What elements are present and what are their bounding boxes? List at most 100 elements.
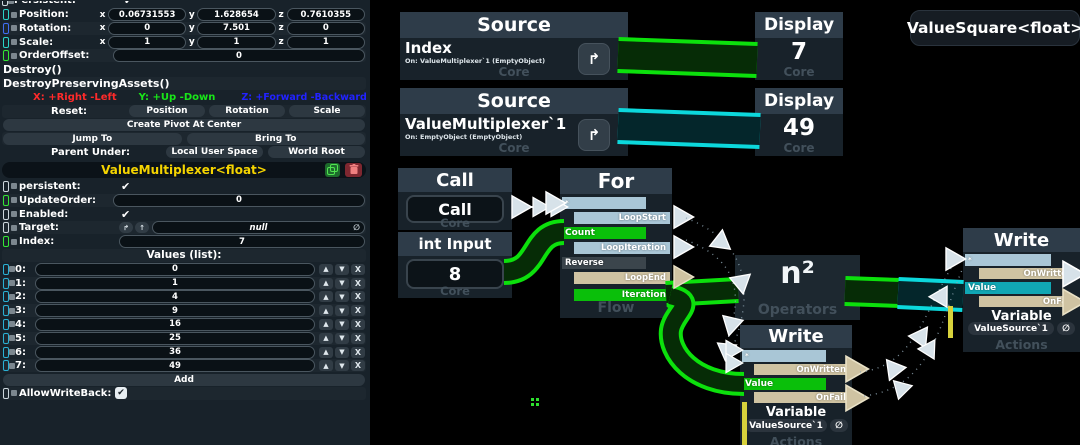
remove-item-button[interactable]: X (351, 278, 365, 289)
remove-item-button[interactable]: X (351, 347, 365, 358)
rotation-x-field[interactable]: 0 (108, 22, 186, 35)
node-source-multiplexer[interactable]: Source ValueMultiplexer`1 On: EmptyObjec… (400, 88, 628, 156)
position-x-field[interactable]: 0.06731553 (108, 8, 186, 21)
remove-item-button[interactable]: X (351, 305, 365, 316)
impulse-input-slot[interactable]: * (965, 254, 1051, 266)
value-input[interactable]: Value (965, 282, 1051, 294)
world-root-button[interactable]: World Root (268, 146, 365, 158)
move-up-button[interactable]: ▲ (319, 278, 333, 289)
delete-icon[interactable] (345, 163, 362, 177)
persistent-checkbox[interactable]: ✔ (124, 1, 133, 6)
on-written-output[interactable]: OnWritten (979, 268, 1077, 279)
move-down-button[interactable]: ▼ (335, 333, 349, 344)
position-z-field[interactable]: 0.7610355 (287, 8, 365, 21)
move-down-button[interactable]: ▼ (335, 347, 349, 358)
move-down-button[interactable]: ▼ (335, 319, 349, 330)
index-field[interactable]: 7 (119, 235, 365, 248)
item-value-field[interactable]: 25 (35, 332, 315, 345)
item-value-field[interactable]: 9 (35, 304, 315, 317)
reset-position-button[interactable]: Position (129, 105, 205, 117)
component-title-bar[interactable]: ValueMultiplexer<float> (2, 162, 366, 178)
remove-item-button[interactable]: X (351, 291, 365, 302)
remove-item-button[interactable]: X (351, 264, 365, 275)
allow-write-back-checkbox[interactable]: ✔ (115, 387, 127, 399)
row-jump-bring: Jump To Bring To (2, 132, 366, 145)
rotation-y-field[interactable]: 7.501 (197, 22, 275, 35)
scale-x-field[interactable]: 1 (108, 36, 186, 49)
remove-item-button[interactable]: X (351, 360, 365, 371)
clear-target-icon[interactable]: ∅ (353, 223, 360, 232)
reverse-input[interactable]: Reverse (562, 257, 646, 269)
move-up-button[interactable]: ▲ (319, 264, 333, 275)
order-offset-label: OrderOffset: (19, 50, 89, 61)
variable-ref-pill[interactable]: ValueSource`1 (968, 322, 1054, 335)
item-value-field[interactable]: 16 (35, 318, 315, 331)
value-input[interactable]: Value (742, 378, 826, 390)
move-down-button[interactable]: ▼ (335, 278, 349, 289)
item-value-field[interactable]: 49 (35, 359, 315, 372)
move-down-button[interactable]: ▼ (335, 291, 349, 302)
item-value-field[interactable]: 1 (35, 277, 315, 290)
loop-end-output[interactable]: LoopEnd (574, 272, 670, 284)
destroy-preserving-assets-button[interactable]: DestroyPreservingAssets() (3, 77, 170, 90)
move-up-button[interactable]: ▲ (319, 333, 333, 344)
duplicate-icon[interactable] (325, 163, 340, 177)
count-input[interactable]: Count (562, 227, 646, 239)
node-int-input[interactable]: int Input 8 Core (398, 232, 512, 298)
impulse-input-slot[interactable]: * (742, 350, 826, 362)
move-down-button[interactable]: ▼ (335, 360, 349, 371)
impulse-input-slot[interactable]: * (562, 197, 646, 209)
node-display-value[interactable]: Display 49 Core (755, 88, 843, 156)
clear-variable-icon[interactable]: ∅ (1057, 322, 1075, 335)
item-value-field[interactable]: 0 (35, 263, 315, 276)
update-order-field[interactable]: 0 (113, 194, 365, 207)
scale-label: Scale: (19, 37, 53, 48)
node-square[interactable]: n² Operators (735, 255, 860, 320)
loop-start-output[interactable]: LoopStart (574, 212, 670, 224)
target-jump-icon[interactable]: ↱ (119, 222, 133, 233)
move-down-button[interactable]: ▼ (335, 264, 349, 275)
list-item: 2: 4 ▲ ▼ X (2, 290, 366, 303)
move-up-button[interactable]: ▲ (319, 305, 333, 316)
type-pill[interactable]: ValueSquare<float> (910, 10, 1080, 46)
node-for[interactable]: For * LoopStart Count LoopIteration Reve… (560, 168, 672, 318)
reset-scale-button[interactable]: Scale (289, 105, 365, 117)
clear-variable-icon[interactable]: ∅ (830, 419, 848, 432)
comp-persistent-checkbox[interactable]: ✔ (121, 181, 130, 192)
destroy-button[interactable]: Destroy() (3, 63, 62, 76)
reset-rotation-button[interactable]: Rotation (209, 105, 285, 117)
move-up-button[interactable]: ▲ (319, 347, 333, 358)
on-fail-output[interactable]: OnFail (754, 392, 850, 403)
jump-to-button[interactable]: Jump To (3, 133, 182, 145)
node-write-right[interactable]: Write * OnWritten Value OnFail Variable … (963, 228, 1080, 352)
variable-ref-pill[interactable]: ValueSource`1 (745, 419, 827, 432)
member-icon (3, 50, 9, 61)
enabled-checkbox[interactable]: ✔ (121, 209, 130, 220)
loop-iteration-output[interactable]: LoopIteration (574, 242, 670, 254)
node-display-index[interactable]: Display 7 Core (755, 12, 843, 80)
remove-item-button[interactable]: X (351, 319, 365, 330)
node-source-index[interactable]: Source Index On: ValueMultiplexer`1 (Emp… (400, 12, 628, 80)
bring-to-button[interactable]: Bring To (187, 133, 366, 145)
add-item-button[interactable]: Add (3, 374, 365, 386)
on-written-output[interactable]: OnWritten (754, 364, 850, 375)
target-field[interactable]: null ∅ (152, 221, 365, 234)
move-up-button[interactable]: ▲ (319, 319, 333, 330)
create-pivot-button[interactable]: Create Pivot At Center (3, 119, 365, 131)
move-down-button[interactable]: ▼ (335, 305, 349, 316)
node-call[interactable]: Call Call Core (398, 168, 512, 230)
local-user-space-button[interactable]: Local User Space (166, 146, 263, 158)
on-fail-output[interactable]: OnFail (979, 296, 1077, 307)
target-up-icon[interactable]: ↑ (135, 222, 149, 233)
scale-y-field[interactable]: 1 (197, 36, 275, 49)
remove-item-button[interactable]: X (351, 333, 365, 344)
rotation-z-field[interactable]: 0 (287, 22, 365, 35)
move-up-button[interactable]: ▲ (319, 360, 333, 371)
item-value-field[interactable]: 4 (35, 290, 315, 303)
node-write-mid[interactable]: Write * OnWritten Value OnFail Variable … (740, 325, 852, 445)
item-value-field[interactable]: 36 (35, 346, 315, 359)
move-up-button[interactable]: ▲ (319, 291, 333, 302)
scale-z-field[interactable]: 1 (287, 36, 365, 49)
order-offset-field[interactable]: 0 (113, 49, 365, 62)
position-y-field[interactable]: 1.628654 (197, 8, 275, 21)
